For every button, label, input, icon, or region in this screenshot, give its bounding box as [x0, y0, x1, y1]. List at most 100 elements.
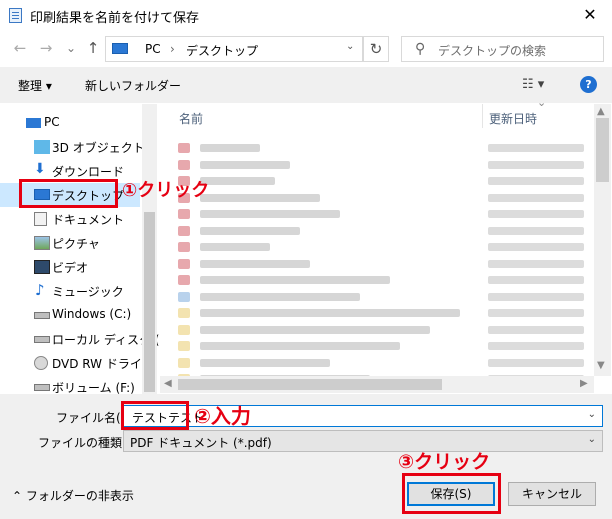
file-list-horizontal-scrollbar[interactable]: ◀ ▶ [160, 376, 594, 393]
file-row[interactable] [176, 223, 586, 239]
music-icon: ♪ [35, 281, 45, 299]
annotation-step3: ③クリック [398, 451, 491, 473]
file-date-redacted [488, 358, 584, 367]
filetype-value: PDF ドキュメント (*.pdf) [130, 436, 272, 450]
file-date-redacted [488, 210, 584, 218]
new-folder-button[interactable]: 新しいフォルダー [85, 77, 181, 94]
hide-folders-label: フォルダーの非表示 [25, 489, 134, 503]
file-icon [178, 341, 190, 351]
close-button[interactable]: ✕ [572, 2, 608, 28]
file-row[interactable] [176, 272, 586, 288]
file-row[interactable] [176, 338, 586, 354]
sidebar-item-music[interactable]: ♪ ミュージック [0, 279, 140, 303]
sidebar-item-pc[interactable]: PC [0, 111, 140, 135]
hide-folders-toggle[interactable]: ⌃ フォルダーの非表示 [12, 487, 134, 504]
file-name-redacted [200, 226, 300, 235]
sort-chevron-icon: ⌄ [537, 96, 547, 109]
scroll-right-arrow-icon[interactable]: ▶ [580, 378, 588, 389]
help-icon[interactable]: ? [580, 76, 597, 93]
file-icon [178, 308, 190, 318]
back-arrow-icon[interactable]: ← [11, 39, 29, 57]
drive-icon [34, 336, 50, 343]
file-name-redacted [200, 292, 360, 301]
file-list-scroll-thumb[interactable] [596, 118, 609, 182]
column-header-name[interactable]: 名前 [179, 110, 203, 127]
filename-dropdown-icon[interactable]: ⌄ [588, 409, 596, 420]
annotation-box-filename [121, 401, 189, 430]
sidebar-item-label: PC [44, 115, 60, 129]
file-icon [178, 291, 190, 302]
file-date-redacted [488, 226, 584, 235]
recent-locations-chevron-icon[interactable]: ⌄ [62, 39, 80, 57]
sidebar-item-3d-objects[interactable]: 3D オブジェクト [0, 135, 145, 159]
chevron-up-icon: ⌃ [12, 489, 26, 503]
file-date-redacted [488, 160, 584, 169]
filetype-dropdown-icon[interactable]: ⌄ [588, 434, 596, 445]
file-name-redacted [200, 342, 400, 350]
sidebar-item-label: ドキュメント [52, 213, 125, 227]
horizontal-scroll-thumb[interactable] [178, 379, 442, 390]
search-icon: ⚲ [415, 41, 426, 57]
file-row[interactable] [176, 305, 586, 321]
file-row[interactable] [176, 256, 586, 272]
file-row[interactable] [176, 206, 586, 222]
breadcrumb-separator-icon: › [170, 42, 175, 56]
title-bar: 印刷結果を名前を付けて保存 ✕ [0, 0, 612, 31]
breadcrumb-pc[interactable]: PC [145, 42, 161, 56]
pc-icon [26, 118, 41, 128]
address-dropdown-icon[interactable]: ⌄ [346, 41, 354, 52]
file-icon [178, 242, 190, 252]
file-row[interactable] [176, 355, 586, 371]
file-name-redacted [200, 160, 290, 169]
file-row[interactable] [176, 157, 586, 173]
dvd-icon [34, 356, 48, 370]
file-row[interactable] [176, 289, 586, 305]
refresh-button[interactable]: ↻ [363, 36, 389, 62]
breadcrumb-desktop[interactable]: デスクトップ [186, 42, 258, 59]
sidebar-item-label: 3D オブジェクト [52, 141, 145, 155]
file-name-redacted [200, 210, 340, 218]
navigation-pane: PC 3D オブジェクト ⬇ ダウンロード デスクトップ ドキュメント ピクチャ… [0, 104, 169, 395]
sidebar-item-label: Windows (C:) [52, 307, 132, 321]
scroll-down-arrow-icon[interactable]: ▼ [597, 360, 605, 371]
file-row[interactable] [176, 190, 586, 206]
file-row[interactable] [176, 239, 586, 255]
file-date-redacted [488, 292, 584, 301]
file-icon [178, 159, 190, 170]
column-divider [482, 104, 483, 128]
sidebar-item-local-disk-d[interactable]: ローカル ディスク (D [0, 327, 169, 351]
sidebar-item-dvd[interactable]: DVD RW ドライブ [0, 351, 154, 375]
sidebar-item-label: DVD RW ドライブ [52, 357, 154, 371]
file-date-redacted [488, 177, 584, 185]
scroll-up-arrow-icon[interactable]: ▲ [597, 106, 605, 117]
file-name-redacted [200, 358, 330, 367]
search-input[interactable]: デスクトップの検索 [438, 42, 546, 59]
file-list-vertical-scrollbar[interactable]: ▲ ▼ [594, 104, 611, 376]
file-row[interactable] [176, 140, 586, 156]
cancel-button[interactable]: キャンセル [508, 482, 596, 506]
file-row[interactable] [176, 173, 586, 189]
file-name-redacted [200, 243, 270, 251]
sidebar-item-windows-c[interactable]: Windows (C:) [0, 303, 140, 327]
organize-button[interactable]: 整理 ▾ [18, 77, 52, 94]
file-row[interactable] [176, 322, 586, 338]
sidebar-scroll-thumb[interactable] [144, 212, 155, 392]
file-name-redacted [200, 276, 390, 284]
up-arrow-icon[interactable]: ↑ [84, 39, 102, 57]
file-icon [178, 225, 190, 236]
column-header-date[interactable]: 更新日時 [489, 110, 537, 127]
sidebar-item-label: ピクチャ [52, 237, 100, 251]
scroll-left-arrow-icon[interactable]: ◀ [164, 378, 172, 389]
command-toolbar: 整理 ▾ 新しいフォルダー ☷ ▾ ? [0, 67, 612, 103]
sidebar-scrollbar[interactable] [142, 104, 157, 394]
view-options-icon[interactable]: ☷ ▾ [522, 77, 544, 92]
search-box[interactable]: ⚲ デスクトップの検索 [401, 36, 604, 62]
forward-arrow-icon[interactable]: → [37, 39, 55, 57]
sidebar-item-documents[interactable]: ドキュメント [0, 207, 140, 231]
pictures-icon [34, 236, 50, 250]
address-bar[interactable]: PC › デスクトップ ⌄ [105, 36, 363, 62]
pc-icon [112, 43, 128, 54]
sidebar-item-videos[interactable]: ビデオ [0, 255, 140, 279]
filetype-select[interactable]: PDF ドキュメント (*.pdf) ⌄ [123, 430, 603, 452]
sidebar-item-pictures[interactable]: ピクチャ [0, 231, 140, 255]
